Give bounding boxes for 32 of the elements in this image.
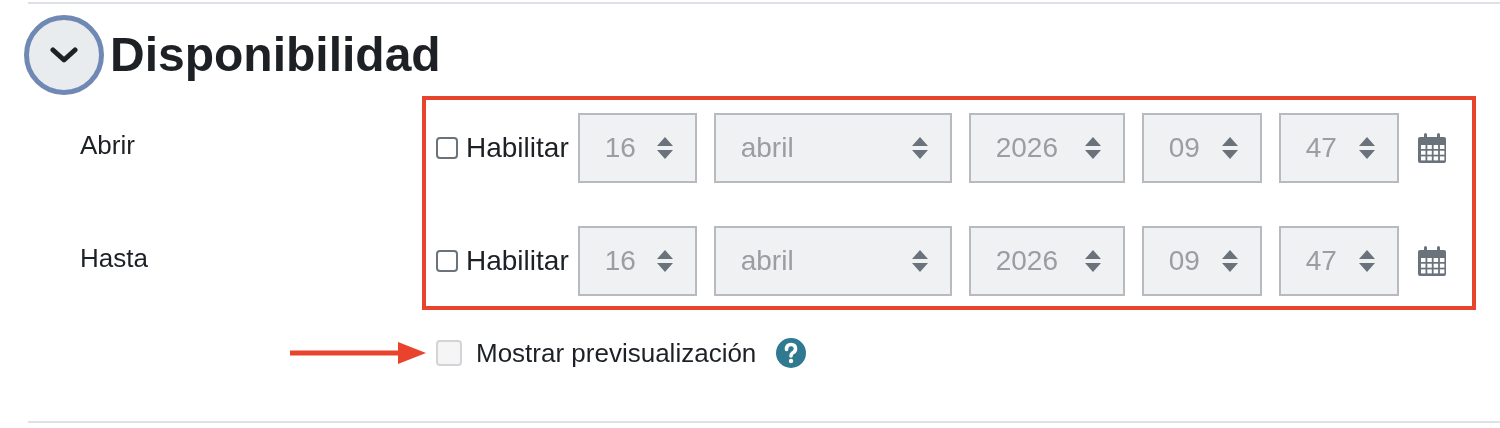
spinner-icon bbox=[1084, 250, 1101, 272]
minute-select[interactable]: 47 bbox=[1278, 226, 1399, 296]
chevron-down-icon bbox=[50, 46, 78, 64]
spinner-icon bbox=[656, 250, 673, 272]
year-select[interactable]: 2026 bbox=[968, 226, 1125, 296]
spinner-icon bbox=[1221, 250, 1238, 272]
day-select[interactable]: 16 bbox=[577, 113, 697, 183]
spinner-icon bbox=[1221, 137, 1238, 159]
month-select[interactable]: abril bbox=[713, 226, 952, 296]
hour-select[interactable]: 09 bbox=[1141, 113, 1262, 183]
spinner-icon bbox=[656, 137, 673, 159]
month-select[interactable]: abril bbox=[713, 113, 952, 183]
year-select[interactable]: 2026 bbox=[968, 113, 1125, 183]
help-icon[interactable] bbox=[776, 338, 807, 368]
minute-select[interactable]: 47 bbox=[1278, 113, 1399, 183]
checkbox-label: Habilitar bbox=[466, 132, 569, 164]
checkbox[interactable] bbox=[436, 137, 458, 159]
field-label: Abrir bbox=[80, 129, 135, 161]
spinner-icon bbox=[1358, 137, 1375, 159]
field-label: Hasta bbox=[80, 242, 148, 274]
spinner-icon bbox=[911, 137, 928, 159]
checkbox-label: Mostrar previsualización bbox=[476, 337, 757, 369]
checkbox[interactable] bbox=[436, 250, 458, 272]
calendar-icon[interactable] bbox=[1415, 245, 1448, 277]
checkbox-label: Habilitar bbox=[466, 245, 569, 277]
spinner-icon bbox=[1358, 250, 1375, 272]
calendar-icon[interactable] bbox=[1415, 132, 1448, 164]
hour-select[interactable]: 09 bbox=[1141, 226, 1262, 296]
spinner-icon bbox=[1084, 137, 1101, 159]
day-select[interactable]: 16 bbox=[577, 226, 697, 296]
spinner-icon bbox=[911, 250, 928, 272]
section-title: Disponibilidad bbox=[110, 31, 441, 79]
